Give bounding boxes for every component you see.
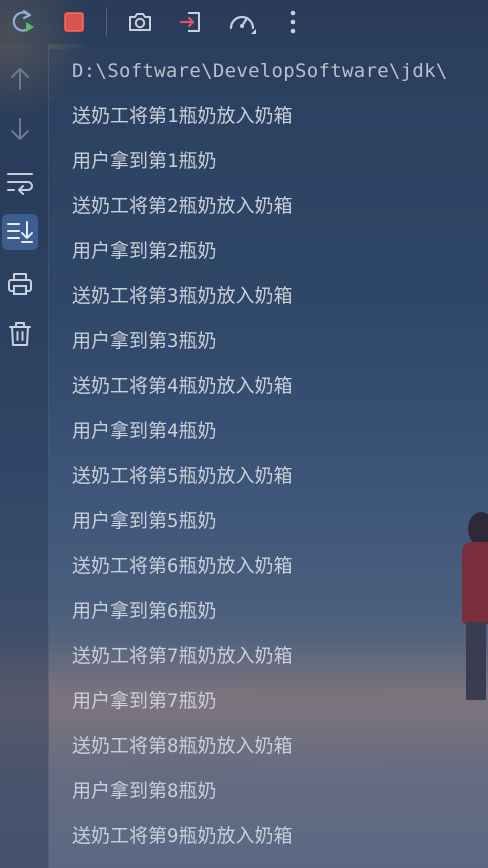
command-line: D:\Software\DevelopSoftware\jdk\ [49,49,488,94]
arrow-down-icon [11,118,29,140]
scroll-to-end-button[interactable] [2,214,38,250]
more-button[interactable] [275,4,311,40]
console-line: 送奶工将第5瓶奶放入奶箱 [72,465,293,487]
console-side-toolbar [0,44,49,868]
rerun-icon [12,9,34,32]
console-line: 用户拿到第6瓶奶 [72,600,217,622]
console-line: 用户拿到第8瓶奶 [72,780,217,802]
arrow-up-icon [11,68,29,90]
print-button[interactable] [2,266,38,302]
clear-button[interactable] [2,316,38,352]
soft-wrap-button[interactable] [2,164,38,200]
profiler-icon [229,15,256,34]
console-line: 送奶工将第3瓶奶放入奶箱 [72,285,293,307]
run-toolbar [0,0,488,44]
console-line: 送奶工将第4瓶奶放入奶箱 [72,375,293,397]
print-icon [8,273,32,295]
stop-button[interactable] [56,4,92,40]
screenshot-icon [129,13,151,31]
rerun-button[interactable] [6,4,42,40]
profiler-button[interactable] [224,4,260,40]
exit-icon [179,12,200,32]
console-line: 用户拿到第1瓶奶 [72,150,217,172]
soft-wrap-icon [7,173,33,195]
console-line: 用户拿到第2瓶奶 [72,240,217,262]
stop-icon [64,12,84,32]
scroll-to-end-icon [7,221,33,243]
console-line: 用户拿到第5瓶奶 [72,510,217,532]
exit-button[interactable] [173,4,209,40]
console-line: 用户拿到第4瓶奶 [72,420,217,442]
screenshot-button[interactable] [122,4,158,40]
console-line: 送奶工将第1瓶奶放入奶箱 [72,105,293,127]
toolbar-separator [106,7,107,37]
scroll-up-button[interactable] [2,60,38,96]
more-icon [290,10,296,34]
console-line: 用户拿到第7瓶奶 [72,690,217,712]
console-line: 送奶工将第2瓶奶放入奶箱 [72,195,293,217]
trash-icon [9,322,31,346]
console-line: 送奶工将第9瓶奶放入奶箱 [72,825,293,847]
console-output[interactable]: D:\Software\DevelopSoftware\jdk\ 送奶工将第1瓶… [49,44,488,868]
console-line: 送奶工将第6瓶奶放入奶箱 [72,555,293,577]
console-line: 用户拿到第3瓶奶 [72,330,217,352]
scroll-down-button[interactable] [2,112,38,148]
console-line: 送奶工将第8瓶奶放入奶箱 [72,735,293,757]
console-line: 送奶工将第7瓶奶放入奶箱 [72,645,293,667]
